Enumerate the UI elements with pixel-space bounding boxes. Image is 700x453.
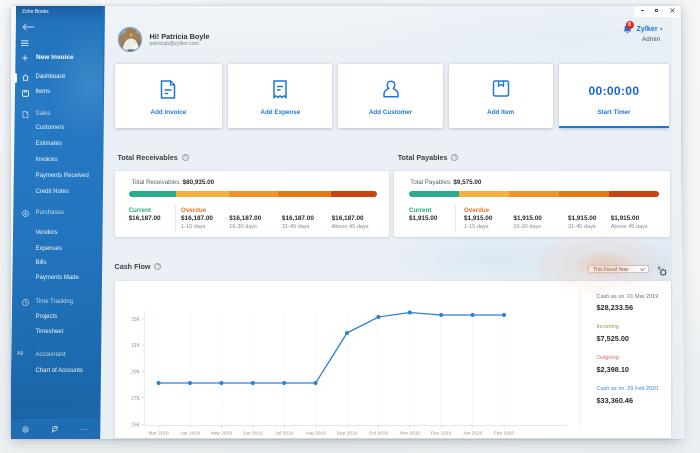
svg-text:33K: 33K — [131, 317, 141, 323]
svg-text:Mar 2019: Mar 2019 — [148, 430, 169, 436]
svg-text:Jan 2020: Jan 2020 — [463, 430, 483, 436]
svg-text:Feb 2020: Feb 2020 — [494, 430, 515, 436]
svg-text:25K: 25K — [131, 423, 141, 429]
svg-text:Jul 2019: Jul 2019 — [275, 430, 293, 436]
svg-text:Dec 2019: Dec 2019 — [431, 430, 452, 436]
svg-text:Jun 2019: Jun 2019 — [243, 430, 263, 436]
svg-text:Apr 2019: Apr 2019 — [180, 430, 200, 436]
svg-text:May 2019: May 2019 — [211, 430, 232, 436]
svg-text:29K: 29K — [131, 370, 141, 376]
svg-text:Sep 2019: Sep 2019 — [337, 430, 358, 436]
svg-text:27K: 27K — [131, 396, 141, 402]
svg-text:Oct 2019: Oct 2019 — [369, 430, 389, 436]
svg-text:Aug 2019: Aug 2019 — [305, 430, 326, 436]
svg-text:31K: 31K — [131, 343, 141, 349]
svg-text:Nov 2019: Nov 2019 — [400, 430, 421, 436]
